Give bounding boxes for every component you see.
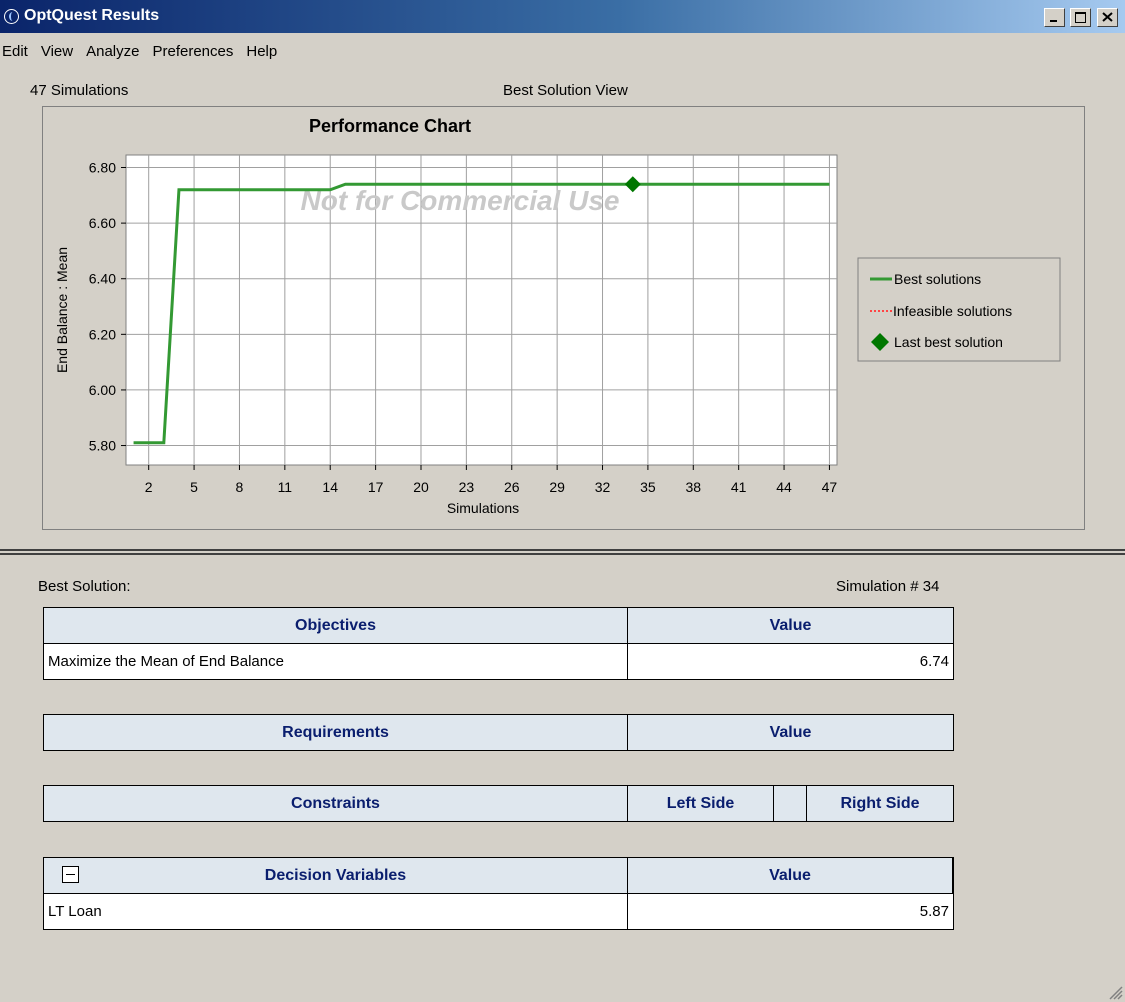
x-tick-label: 29	[549, 479, 565, 495]
simulation-number: Simulation # 34	[836, 578, 940, 595]
x-tick-label: 17	[368, 479, 384, 495]
decision-variables-value-header[interactable]: Value	[628, 858, 953, 893]
y-tick-label: 6.40	[89, 271, 116, 287]
objective-value: 6.74	[919, 653, 949, 670]
decision-variables-header[interactable]: Decision Variables	[44, 858, 628, 893]
x-tick-label: 41	[731, 479, 747, 495]
objectives-header[interactable]: Objectives	[44, 608, 628, 643]
x-tick-label: 2	[145, 479, 153, 495]
legend-best-label: Best solutions	[894, 271, 981, 287]
variable-value: 5.87	[919, 903, 949, 920]
resize-grip-icon[interactable]	[1107, 984, 1123, 1000]
constraints-spacer-header	[774, 786, 807, 821]
x-tick-label: 35	[640, 479, 656, 495]
table-row[interactable]: Maximize the Mean of End Balance 6.74	[44, 643, 953, 679]
best-solution-label: Best Solution:	[38, 578, 131, 595]
decision-variables-table: Decision Variables Value LT Loan 5.87	[43, 857, 954, 930]
x-tick-label: 11	[278, 479, 293, 495]
x-tick-label: 32	[595, 479, 611, 495]
objective-name: Maximize the Mean of End Balance	[44, 644, 628, 679]
objectives-table: Objectives Value Maximize the Mean of En…	[43, 607, 954, 680]
x-axis-label: Simulations	[447, 500, 519, 516]
x-tick-label: 47	[822, 479, 838, 495]
objectives-value-header[interactable]: Value	[628, 608, 953, 643]
x-tick-label: 20	[413, 479, 429, 495]
y-tick-label: 6.80	[89, 160, 116, 176]
requirements-header[interactable]: Requirements	[44, 715, 628, 750]
x-tick-label: 44	[776, 479, 792, 495]
y-tick-label: 5.80	[89, 438, 116, 454]
requirements-value-header[interactable]: Value	[628, 715, 953, 750]
x-tick-label: 14	[322, 479, 338, 495]
watermark: Not for Commercial Use	[301, 185, 620, 216]
legend-infeasible-label: Infeasible solutions	[893, 303, 1012, 319]
left-side-header[interactable]: Left Side	[628, 786, 774, 821]
variable-name: LT Loan	[44, 894, 628, 929]
y-tick-label: 6.60	[89, 215, 116, 231]
right-side-header[interactable]: Right Side	[807, 786, 953, 821]
y-tick-label: 6.00	[89, 382, 116, 398]
x-tick-label: 26	[504, 479, 520, 495]
collapse-icon[interactable]	[62, 866, 79, 883]
y-tick-label: 6.20	[89, 326, 116, 342]
performance-chart: Not for Commercial Use 2 5 8 11 14 17 20 23 26 29…	[54, 154, 1061, 516]
constraints-header[interactable]: Constraints	[44, 786, 628, 821]
table-row[interactable]: LT Loan 5.87	[44, 893, 953, 929]
x-tick-label: 5	[190, 479, 198, 495]
splitter[interactable]	[0, 549, 1125, 555]
x-tick-label: 23	[459, 479, 475, 495]
requirements-table: Requirements Value	[43, 714, 954, 751]
legend-last-best-label: Last best solution	[894, 334, 1003, 350]
x-tick-label: 38	[685, 479, 701, 495]
x-tick-label: 8	[236, 479, 244, 495]
legend: Best solutions Infeasible solutions Last…	[857, 257, 1061, 362]
constraints-table: Constraints Left Side Right Side	[43, 785, 954, 822]
y-axis-label: End Balance : Mean	[54, 247, 70, 373]
